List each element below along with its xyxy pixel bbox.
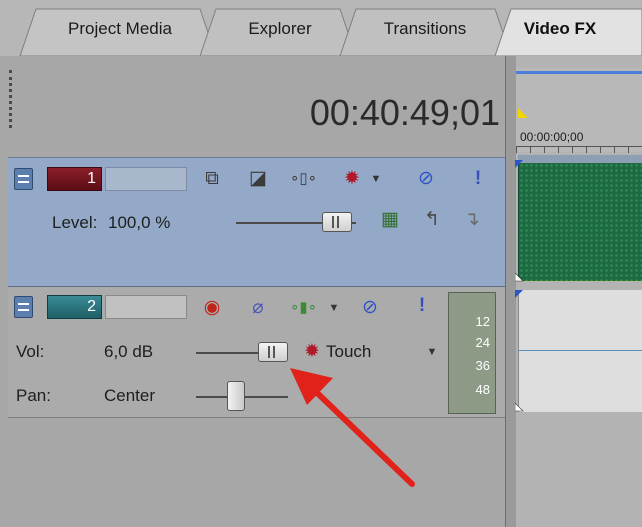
annotation-arrow-icon — [290, 368, 415, 487]
